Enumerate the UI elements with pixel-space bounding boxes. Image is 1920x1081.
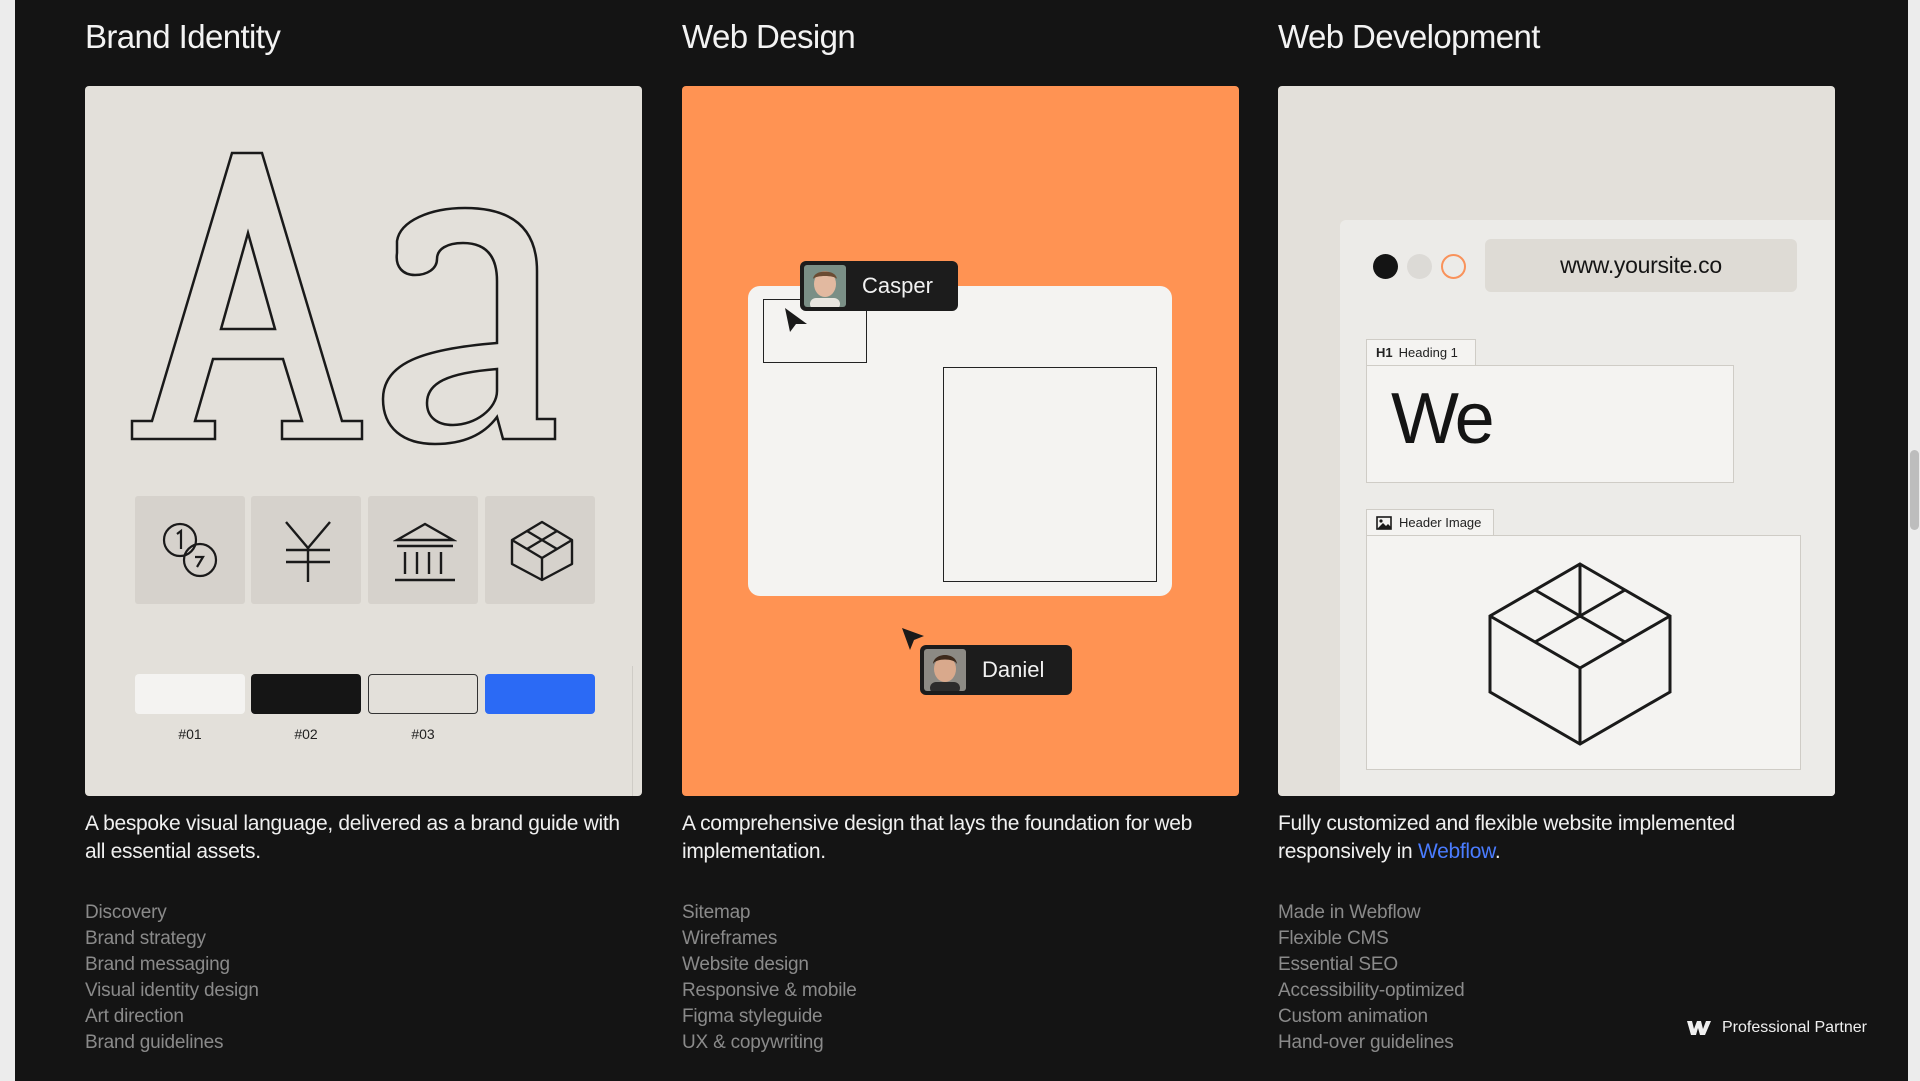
icon-tile: [251, 496, 361, 604]
feature-item: Responsive & mobile: [682, 980, 857, 1001]
element-tag-image: Header Image: [1366, 509, 1494, 535]
wireframe-box-large: [943, 367, 1157, 582]
icon-tile: [368, 496, 478, 604]
scrollbar-track[interactable]: [1908, 0, 1920, 1081]
feature-item: Flexible CMS: [1278, 928, 1389, 949]
feature-item: Custom animation: [1278, 1006, 1428, 1027]
description-text: Fully customized and flexible website im…: [1278, 812, 1735, 863]
feature-item: Brand strategy: [85, 928, 206, 949]
feature-item: Accessibility-optimized: [1278, 980, 1465, 1001]
feature-item: Made in Webflow: [1278, 902, 1421, 923]
service-title: Web Design: [682, 18, 856, 55]
swatch-label: #03: [411, 726, 435, 742]
feature-list: Discovery Brand strategy Brand messaging…: [85, 900, 259, 1056]
color-swatch-01: [135, 674, 245, 714]
bank-icon: [393, 522, 457, 582]
left-page-edge: [0, 0, 15, 1081]
feature-item: Wireframes: [682, 928, 778, 949]
scrollbar-thumb[interactable]: [1910, 450, 1919, 530]
collaborator-tag-casper: Casper: [800, 261, 958, 311]
collaborator-name: Casper: [862, 273, 933, 298]
feature-list: Made in Webflow Flexible CMS Essential S…: [1278, 900, 1465, 1056]
feature-item: Discovery: [85, 902, 167, 923]
web-development-card: www.yoursite.co H1 Heading 1 We Header I…: [1278, 86, 1835, 796]
feature-item: Hand-over guidelines: [1278, 1032, 1454, 1053]
element-tag-heading: H1 Heading 1: [1366, 339, 1476, 365]
address-bar: www.yoursite.co: [1485, 239, 1797, 292]
feature-item: Brand messaging: [85, 954, 230, 975]
cube-icon: [510, 520, 574, 582]
image-icon: [1376, 515, 1392, 530]
typeface-specimen-icon: [130, 151, 557, 446]
yen-icon: [285, 521, 331, 582]
icon-tile: [135, 496, 245, 604]
service-description: Fully customized and flexible website im…: [1278, 810, 1823, 866]
cube-icon: [1488, 562, 1672, 746]
window-dot-icon: [1373, 254, 1398, 279]
service-description: A bespoke visual language, delivered as …: [85, 812, 620, 863]
webflow-link[interactable]: Webflow: [1418, 840, 1495, 863]
feature-item: UX & copywriting: [682, 1032, 824, 1053]
heading-text: We: [1391, 379, 1495, 459]
feature-item: Sitemap: [682, 902, 751, 923]
feature-list: Sitemap Wireframes Website design Respon…: [682, 900, 857, 1056]
coin-exchange-icon: [162, 522, 218, 578]
feature-item: Brand guidelines: [85, 1032, 224, 1053]
header-image-placeholder: [1366, 535, 1801, 770]
feature-item: Website design: [682, 954, 809, 975]
heading-level: H1: [1376, 345, 1393, 360]
avatar: [924, 649, 966, 691]
webflow-logo-icon: [1687, 1021, 1711, 1035]
collaborator-name: Daniel: [982, 657, 1045, 682]
feature-item: Visual identity design: [85, 980, 259, 1001]
service-title: Web Development: [1278, 18, 1540, 55]
brand-identity-card: #01 #02 #03: [85, 86, 642, 796]
color-swatch-03: [368, 674, 478, 714]
collaborator-tag-daniel: Daniel: [920, 645, 1072, 695]
color-swatch-02: [251, 674, 361, 714]
divider: [632, 666, 633, 796]
feature-item: Figma styleguide: [682, 1006, 823, 1027]
element-tag-label: Heading 1: [1398, 345, 1458, 360]
description-text: .: [1494, 840, 1501, 863]
window-dot-icon: [1407, 254, 1432, 279]
avatar: [804, 265, 846, 307]
swatch-label: #01: [178, 726, 202, 742]
feature-item: Art direction: [85, 1006, 184, 1027]
professional-partner-badge[interactable]: Professional Partner: [1686, 1019, 1867, 1037]
service-description: A comprehensive design that lays the fou…: [682, 812, 1192, 863]
feature-item: Essential SEO: [1278, 954, 1398, 975]
window-dot-icon: [1441, 254, 1466, 279]
partner-label: Professional Partner: [1722, 1019, 1867, 1036]
service-title: Brand Identity: [85, 18, 281, 55]
heading-element: We: [1366, 365, 1734, 483]
color-swatch-04: [485, 674, 595, 714]
swatch-label: #02: [294, 726, 318, 742]
icon-tile: [485, 496, 595, 604]
element-tag-label: Header Image: [1399, 515, 1482, 530]
web-design-card: Casper Daniel: [682, 86, 1239, 796]
